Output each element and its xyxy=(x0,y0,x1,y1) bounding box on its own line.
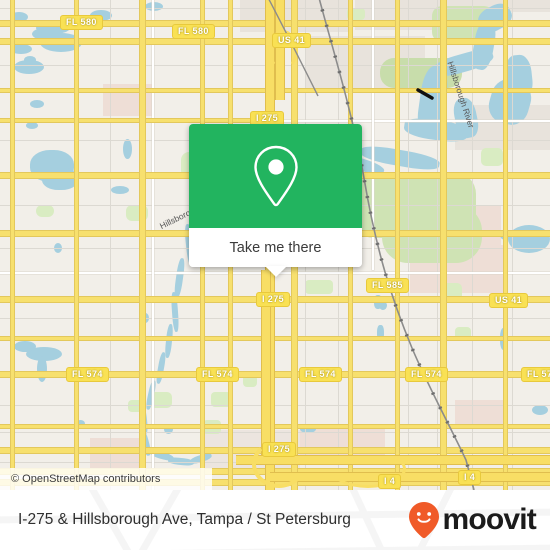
road-shield[interactable]: I 275 xyxy=(262,442,297,457)
road-shield[interactable]: US 41 xyxy=(272,33,312,48)
street xyxy=(152,0,154,490)
landuse-grass xyxy=(36,205,54,217)
osm-attribution[interactable]: © OpenStreetMap contributors xyxy=(0,468,212,490)
road-shield[interactable]: I 275 xyxy=(256,292,291,307)
water-pond xyxy=(30,100,44,108)
map-canvas[interactable]: Hillsborough River Hillsboro FL 580 FL 58… xyxy=(0,0,550,490)
osm-attribution-text: © OpenStreetMap contributors xyxy=(11,473,161,485)
water-pond xyxy=(145,2,163,11)
road-arterial[interactable] xyxy=(503,0,508,490)
water-pond xyxy=(14,60,44,74)
road-shield[interactable]: FL 580 xyxy=(172,24,215,39)
grid-line xyxy=(0,318,550,319)
road-arterial[interactable] xyxy=(74,0,79,490)
river-branch xyxy=(155,351,167,385)
road-shield[interactable]: FL 585 xyxy=(366,278,409,293)
footer-bar: I-275 & Hillsborough Ave, Tampa / St Pet… xyxy=(0,490,550,550)
water-pond xyxy=(37,356,47,382)
moovit-brand[interactable]: moovit xyxy=(408,490,537,550)
card-pointer-tail xyxy=(264,266,287,277)
landuse-grass xyxy=(305,280,333,294)
take-me-there-button[interactable]: Take me there xyxy=(230,240,322,256)
river-branch xyxy=(164,323,174,359)
road-shield[interactable]: FL 574 xyxy=(521,367,550,382)
road-shield[interactable]: I 4 xyxy=(458,470,482,485)
card-header xyxy=(189,124,362,228)
moovit-pin-icon xyxy=(409,502,440,539)
road-arterial[interactable] xyxy=(440,0,447,490)
road-arterial[interactable] xyxy=(0,336,550,341)
grid-line xyxy=(0,432,550,433)
water-pond xyxy=(14,341,36,352)
card-footer[interactable]: Take me there xyxy=(189,228,362,277)
page-title-text: I-275 & Hillsborough Ave, Tampa / St Pet… xyxy=(18,511,351,528)
moovit-station-map-card: Hillsborough River Hillsboro FL 580 FL 58… xyxy=(0,0,550,550)
road-arterial[interactable] xyxy=(0,118,250,123)
road-shield[interactable]: US 41 xyxy=(489,293,529,308)
page-title: I-275 & Hillsborough Ave, Tampa / St Pet… xyxy=(18,490,351,550)
grid-line xyxy=(472,0,473,490)
road-shield[interactable]: I 4 xyxy=(378,474,402,489)
landuse-grass xyxy=(481,148,503,166)
road-arterial[interactable] xyxy=(395,0,400,490)
grid-line xyxy=(408,0,409,490)
moovit-wordmark: moovit xyxy=(442,503,536,536)
grid-line xyxy=(437,0,438,490)
road-shield[interactable]: FL 580 xyxy=(60,15,103,30)
map-pin-icon xyxy=(253,145,298,207)
grid-line xyxy=(110,0,111,490)
road-arterial[interactable] xyxy=(0,424,550,429)
water-pond xyxy=(532,405,548,415)
grid-line xyxy=(512,0,513,490)
road-shield[interactable]: FL 574 xyxy=(405,367,448,382)
road-arterial[interactable] xyxy=(139,0,146,490)
grid-line xyxy=(0,405,550,406)
road-shield[interactable]: FL 574 xyxy=(66,367,109,382)
water-pond xyxy=(26,122,38,129)
road-i-4-motorway[interactable] xyxy=(270,472,550,482)
road-shield[interactable]: FL 574 xyxy=(299,367,342,382)
water-pond xyxy=(123,139,132,159)
station-info-card[interactable]: Take me there xyxy=(189,124,362,277)
road-arterial[interactable] xyxy=(10,0,15,490)
road-shield[interactable]: FL 574 xyxy=(196,367,239,382)
water-pond xyxy=(111,186,129,194)
